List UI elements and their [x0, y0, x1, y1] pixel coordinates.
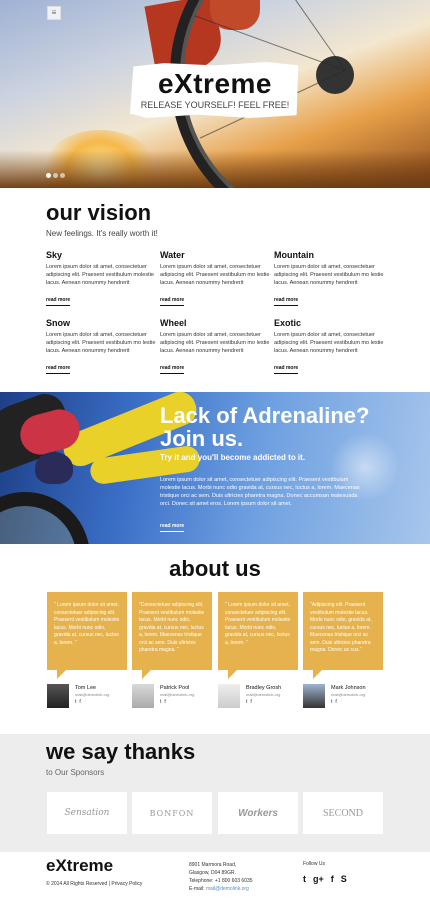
facebook-icon[interactable]: f — [250, 699, 254, 705]
privacy-policy-link[interactable]: Privacy Policy — [111, 881, 142, 887]
slide-dot-2[interactable] — [53, 173, 58, 178]
banner-text: Lorem ipsum dolor sit amet, consectetuer… — [160, 477, 360, 507]
facebook-icon[interactable]: f — [79, 699, 83, 705]
avatar — [218, 684, 240, 708]
feature-text: Lorem ipsum dolor sit amet, consectetuer… — [160, 264, 270, 286]
rider-helmet — [35, 452, 73, 484]
avatar — [303, 684, 325, 708]
banner-title: Lack of Adrenaline? Join us. — [160, 403, 370, 451]
read-more-link[interactable]: read more — [274, 297, 299, 306]
feature-text: Lorem ipsum dolor sit amet, consectetuer… — [160, 332, 270, 354]
feature-title: Wheel — [160, 318, 187, 328]
testimonial-bubble: "Adipiscing elit. Praesent vestibulum mo… — [303, 592, 383, 679]
member-name: Tom Lee — [75, 685, 97, 691]
sponsor-logo-bonfon[interactable]: BONFON — [132, 792, 212, 834]
feature-title: Snow — [46, 318, 70, 328]
facebook-icon[interactable]: f — [164, 699, 168, 705]
testimonial-bubble: "Consectetuer adipiscing elit. Praesent … — [132, 592, 212, 679]
sponsor-logo-sensation[interactable]: Sensation — [47, 792, 127, 834]
menu-icon[interactable]: ≡ — [47, 6, 61, 20]
facebook-icon[interactable]: f — [335, 699, 339, 705]
feature-exotic: Exotic Lorem ipsum dolor sit amet, conse… — [274, 318, 384, 374]
vision-title: our vision — [46, 200, 152, 225]
member-email[interactable]: mail@demolink.org — [246, 692, 280, 697]
feature-water: Water Lorem ipsum dolor sit amet, consec… — [160, 250, 270, 306]
facebook-icon[interactable]: f — [331, 874, 334, 884]
vision-subtitle: New feelings. It's really worth it! — [46, 229, 158, 238]
moto-wheel — [0, 492, 90, 544]
feature-text: Lorem ipsum dolor sit amet, consectetuer… — [274, 264, 384, 286]
feature-sky: Sky Lorem ipsum dolor sit amet, consecte… — [46, 250, 156, 306]
thanks-title: we say thanks — [46, 739, 196, 764]
footer-address: 8901 Marmora Road, Glasgow, D04 89GR. Te… — [189, 861, 253, 893]
site-tagline: RELEASE YOURSELF! FEEL FREE! — [140, 100, 290, 110]
about-title: about us — [169, 556, 261, 581]
read-more-link[interactable]: read more — [274, 365, 299, 374]
member-name: Mark Johnson — [331, 685, 366, 691]
google-plus-icon[interactable]: g+ — [313, 874, 324, 884]
slider-pagination — [46, 173, 65, 178]
feature-wheel: Wheel Lorem ipsum dolor sit amet, consec… — [160, 318, 270, 374]
avatar — [132, 684, 154, 708]
copyright-text: © 2014 All Rights Reserved — [46, 881, 108, 887]
member-social: tf — [331, 699, 340, 705]
hero-slider: eXtreme RELEASE YOURSELF! FEEL FREE! — [0, 0, 430, 188]
team-member: Patrick Pool mail@demolink.org tf — [132, 684, 217, 708]
footer-logo[interactable]: eXtreme — [46, 856, 113, 876]
member-social: tf — [246, 699, 255, 705]
feature-title: Water — [160, 250, 185, 260]
member-email[interactable]: mail@demolink.org — [75, 692, 109, 697]
read-more-link[interactable]: read more — [46, 365, 71, 374]
feature-title: Mountain — [274, 250, 314, 260]
feature-text: Lorem ipsum dolor sit amet, consectetuer… — [46, 332, 156, 354]
social-links: t g+ f S — [303, 874, 347, 884]
member-social: tf — [160, 699, 169, 705]
slide-dot-3[interactable] — [60, 173, 65, 178]
team-member: Mark Johnson mail@demolink.org tf — [303, 684, 388, 708]
email-line: E-mail: mail@demolink.org — [189, 885, 253, 893]
feature-text: Lorem ipsum dolor sit amet, consectetuer… — [46, 264, 154, 286]
skype-icon[interactable]: S — [341, 874, 347, 884]
sponsor-logo-workers[interactable]: Workers — [218, 792, 298, 834]
team-member: Bradley Grosh mail@demolink.org tf — [218, 684, 303, 708]
twitter-icon[interactable]: t — [303, 874, 306, 884]
member-email[interactable]: mail@demolink.org — [331, 692, 365, 697]
footer-copyright: © 2014 All Rights Reserved | Privacy Pol… — [46, 881, 142, 887]
read-more-link[interactable]: read more — [160, 365, 185, 374]
site-title: eXtreme — [157, 68, 272, 99]
email-label: E-mail: — [189, 886, 205, 892]
sponsor-logo-second[interactable]: SECOND — [303, 792, 383, 834]
testimonial-bubble: " Lorem ipsum dolor sit amet, consectetu… — [47, 592, 127, 679]
member-name: Patrick Pool — [160, 685, 190, 691]
footer-separator: | — [108, 881, 110, 887]
feature-title: Exotic — [274, 318, 302, 328]
read-more-link[interactable]: read more — [46, 297, 71, 306]
member-name: Bradley Grosh — [246, 685, 282, 691]
feature-snow: Snow Lorem ipsum dolor sit amet, consect… — [46, 318, 156, 374]
feature-title: Sky — [46, 250, 63, 260]
phone: Telephone: +1 800 603 6035 — [189, 878, 253, 884]
slide-dot-1[interactable] — [46, 173, 51, 178]
member-email[interactable]: mail@demolink.org — [160, 692, 194, 697]
testimonial-bubble: " Lorem ipsum dolor sit amet, consectetu… — [218, 592, 298, 679]
member-social: tf — [75, 699, 84, 705]
thanks-subtitle: to Our Sponsors — [46, 768, 105, 777]
banner-subtitle: Try it and you'll become addicted to it. — [160, 453, 306, 462]
address-line-1: 8901 Marmora Road, — [189, 862, 237, 868]
feature-text: Lorem ipsum dolor sit amet, consectetuer… — [274, 332, 384, 354]
team-member: Tom Lee mail@demolink.org tf — [47, 684, 132, 708]
feature-mountain: Mountain Lorem ipsum dolor sit amet, con… — [274, 250, 384, 306]
read-more-link[interactable]: read more — [160, 297, 185, 306]
banner-read-more-link[interactable]: read more — [160, 523, 185, 532]
follow-label: Follow Us — [303, 861, 325, 867]
address-line-2: Glasgow, D04 89GR. — [189, 870, 236, 876]
email-link[interactable]: mail@demolink.org — [206, 886, 249, 892]
avatar — [47, 684, 69, 708]
